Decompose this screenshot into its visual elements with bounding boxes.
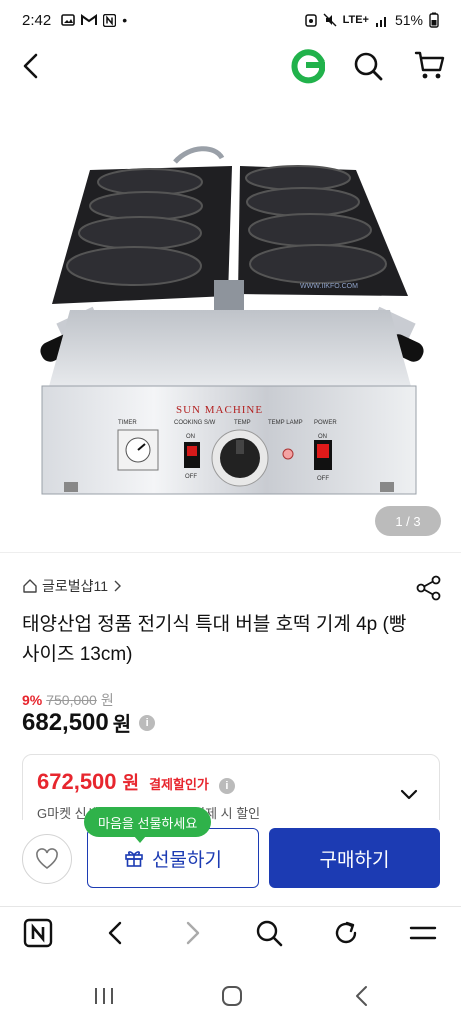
watermark-text: WWW.IIKFO.COM xyxy=(300,283,358,290)
system-back-icon[interactable] xyxy=(348,982,376,1010)
recents-icon[interactable] xyxy=(90,982,118,1010)
network-label: LTE+ xyxy=(342,14,369,26)
original-price-unit: 원 xyxy=(100,692,114,708)
gallery-page-indicator: 1 / 3 xyxy=(375,506,441,536)
chevron-right-icon xyxy=(114,580,122,592)
cooking-off-label: OFF xyxy=(185,474,197,480)
chevron-down-icon[interactable] xyxy=(397,783,421,807)
status-time: 2:42 xyxy=(22,11,52,29)
search-icon[interactable] xyxy=(352,50,384,82)
signal-icon xyxy=(375,16,386,27)
browser-forward-icon[interactable] xyxy=(177,918,207,948)
temp-label: TEMP xyxy=(234,420,251,426)
sale-price: 682,500 xyxy=(22,708,109,736)
browser-back-icon[interactable] xyxy=(101,918,131,948)
battery-text: 51% xyxy=(394,12,423,28)
gift-tooltip: 마음을 선물하세요 xyxy=(84,807,212,843)
notification-icons: • xyxy=(61,12,127,28)
discount-row: 9% 750,000 원 xyxy=(22,690,114,710)
wishlist-button[interactable] xyxy=(22,834,72,884)
refresh-icon[interactable] xyxy=(331,918,361,948)
seller-link[interactable]: 글로벌샵11 xyxy=(22,576,122,596)
discount-price-row: 672,500 원 결제할인가 i xyxy=(37,769,235,795)
g-logo-icon[interactable] xyxy=(290,48,326,84)
power-on-label: ON xyxy=(318,434,327,440)
gift-button-label: 선물하기 xyxy=(152,849,222,871)
sale-price-unit: 원 xyxy=(112,714,132,736)
cooking-label: COOKING S/W xyxy=(174,420,216,426)
alarm-icon xyxy=(304,14,317,27)
power-off-label: OFF xyxy=(317,476,329,482)
home-button-icon[interactable] xyxy=(218,982,246,1010)
product-image[interactable]: WWW.IIKFO.COM SUN MACHINE TIMER COOKING … xyxy=(0,100,461,550)
image-notification-icon xyxy=(61,14,76,26)
status-right: LTE+ 51% xyxy=(304,12,439,28)
share-icon[interactable] xyxy=(414,574,444,602)
machine-brand-text: SUN MACHINE xyxy=(176,404,263,416)
heart-icon xyxy=(36,848,58,870)
browser-toolbar xyxy=(0,906,461,958)
battery-icon xyxy=(429,12,439,28)
price-info-icon[interactable]: i xyxy=(139,714,156,731)
cooking-on-label: ON xyxy=(186,434,195,440)
app-header xyxy=(0,40,461,92)
gift-icon xyxy=(125,851,143,867)
browser-search-icon[interactable] xyxy=(254,918,284,948)
home-icon xyxy=(23,579,37,593)
section-divider xyxy=(0,552,461,553)
discount-price: 672,500 xyxy=(37,769,117,794)
discount-price-unit: 원 xyxy=(122,773,140,793)
temp-lamp-label: TEMP LAMP xyxy=(268,420,303,426)
system-navigation-bar xyxy=(0,966,461,1024)
buy-button[interactable]: 구매하기 xyxy=(269,828,440,888)
timer-label: TIMER xyxy=(118,420,137,426)
naver-notification-icon xyxy=(103,13,117,27)
discount-info-icon[interactable]: i xyxy=(218,778,235,794)
product-title: 태양산업 정품 전기식 특대 버블 호떡 기계 4p (빵사이즈 13cm) xyxy=(22,614,407,665)
discount-rate: 9% xyxy=(22,692,43,708)
back-icon[interactable] xyxy=(16,50,48,82)
status-bar: 2:42 • LTE+ 51% xyxy=(0,0,461,40)
original-price: 750,000 xyxy=(46,692,97,708)
gmail-notification-icon xyxy=(81,14,98,25)
mute-icon xyxy=(323,13,337,27)
more-dot-icon: • xyxy=(122,12,128,28)
menu-icon[interactable] xyxy=(408,918,438,948)
hotteok-machine-illustration: WWW.IIKFO.COM SUN MACHINE TIMER COOKING … xyxy=(40,146,424,495)
naver-n-icon[interactable] xyxy=(23,918,53,948)
gift-button[interactable]: 선물하기 xyxy=(87,828,259,888)
purchase-action-bar: 선물하기 마음을 선물하세요 구매하기 xyxy=(0,807,461,906)
price-row: 682,500 원 i xyxy=(22,708,156,737)
discount-price-label: 결제할인가 xyxy=(149,777,209,792)
seller-name: 글로벌샵11 xyxy=(42,578,109,594)
power-label: POWER xyxy=(314,420,337,426)
cart-icon[interactable] xyxy=(413,48,447,82)
